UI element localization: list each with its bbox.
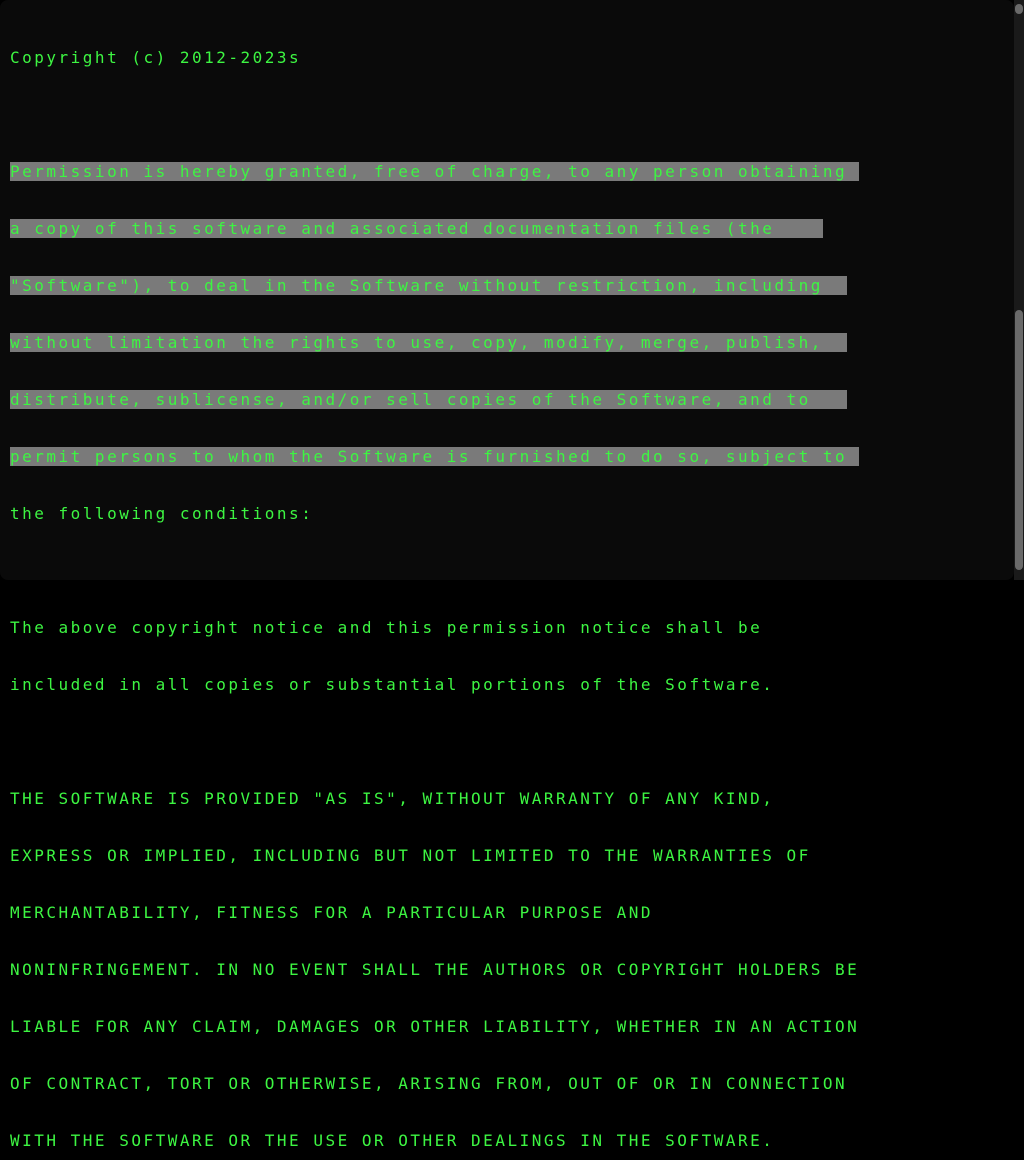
visual-selection-pad xyxy=(847,447,859,466)
buffer-line: LIABLE FOR ANY CLAIM, DAMAGES OR OTHER L… xyxy=(10,1017,1004,1036)
visual-selection-pad xyxy=(787,219,823,238)
scrollbar-top-handle[interactable] xyxy=(1015,4,1023,14)
buffer-line: WITH THE SOFTWARE OR THE USE OR OTHER DE… xyxy=(10,1131,1004,1150)
buffer-line-selected: without limitation the rights to use, co… xyxy=(10,333,1004,352)
scrollbar-handle[interactable] xyxy=(1015,310,1023,570)
visual-selection: permit persons to whom the Software is f… xyxy=(10,447,847,466)
terminal-viewport[interactable]: Copyright (c) 2012-2023s Permission is h… xyxy=(0,0,1014,580)
buffer-line-selected: Permission is hereby granted, free of ch… xyxy=(10,162,1004,181)
visual-selection-pad xyxy=(823,276,847,295)
scrollbar-track[interactable] xyxy=(1014,0,1024,580)
visual-selection-pad xyxy=(823,333,847,352)
buffer-line xyxy=(10,732,1004,751)
buffer-line-selected: permit persons to whom the Software is f… xyxy=(10,447,1004,466)
buffer-line-selected: "Software"), to deal in the Software wit… xyxy=(10,276,1004,295)
visual-selection: without limitation the rights to use, co… xyxy=(10,333,823,352)
buffer-line xyxy=(10,561,1004,580)
visual-selection: distribute, sublicense, and/or sell copi… xyxy=(10,390,823,409)
buffer-line: MERCHANTABILITY, FITNESS FOR A PARTICULA… xyxy=(10,903,1004,922)
buffer-line-selected: distribute, sublicense, and/or sell copi… xyxy=(10,390,1004,409)
buffer-line: The above copyright notice and this perm… xyxy=(10,618,1004,637)
buffer-line-selected: a copy of this software and associated d… xyxy=(10,219,1004,238)
visual-selection-pad xyxy=(847,162,859,181)
buffer-line: EXPRESS OR IMPLIED, INCLUDING BUT NOT LI… xyxy=(10,846,1004,865)
buffer-line: THE SOFTWARE IS PROVIDED "AS IS", WITHOU… xyxy=(10,789,1004,808)
buffer-line xyxy=(10,105,1004,124)
buffer-line: the following conditions: xyxy=(10,504,1004,523)
visual-selection: "Software"), to deal in the Software wit… xyxy=(10,276,823,295)
visual-selection: a copy of this software and associated d… xyxy=(10,219,787,238)
visual-selection-pad xyxy=(823,390,847,409)
buffer-line: Copyright (c) 2012-2023s xyxy=(10,48,1004,67)
buffer-line: included in all copies or substantial po… xyxy=(10,675,1004,694)
buffer-line: OF CONTRACT, TORT OR OTHERWISE, ARISING … xyxy=(10,1074,1004,1093)
buffer-line: NONINFRINGEMENT. IN NO EVENT SHALL THE A… xyxy=(10,960,1004,979)
visual-selection: Permission is hereby granted, free of ch… xyxy=(10,162,847,181)
